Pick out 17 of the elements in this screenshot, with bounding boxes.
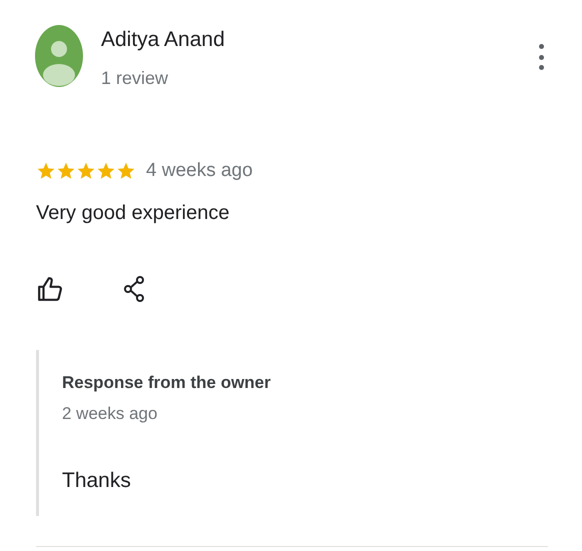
response-text: Thanks xyxy=(62,468,131,494)
review-count: 1 review xyxy=(101,67,170,90)
response-time: 2 weeks ago xyxy=(62,403,158,425)
review-time: 4 weeks ago xyxy=(146,159,253,183)
star-icon xyxy=(56,161,76,182)
share-icon xyxy=(123,276,145,302)
response-title: Response from the owner xyxy=(62,372,271,394)
like-button[interactable] xyxy=(37,276,63,302)
star-icon xyxy=(36,161,56,182)
author-name: Aditya Anand xyxy=(101,27,225,53)
thumbs-up-icon xyxy=(37,276,63,302)
star-icon xyxy=(116,161,136,182)
share-button[interactable] xyxy=(123,276,145,302)
star-icon xyxy=(76,161,96,182)
avatar-icon xyxy=(35,25,83,87)
review-text: Very good experience xyxy=(36,202,230,224)
star-icon xyxy=(96,161,116,182)
